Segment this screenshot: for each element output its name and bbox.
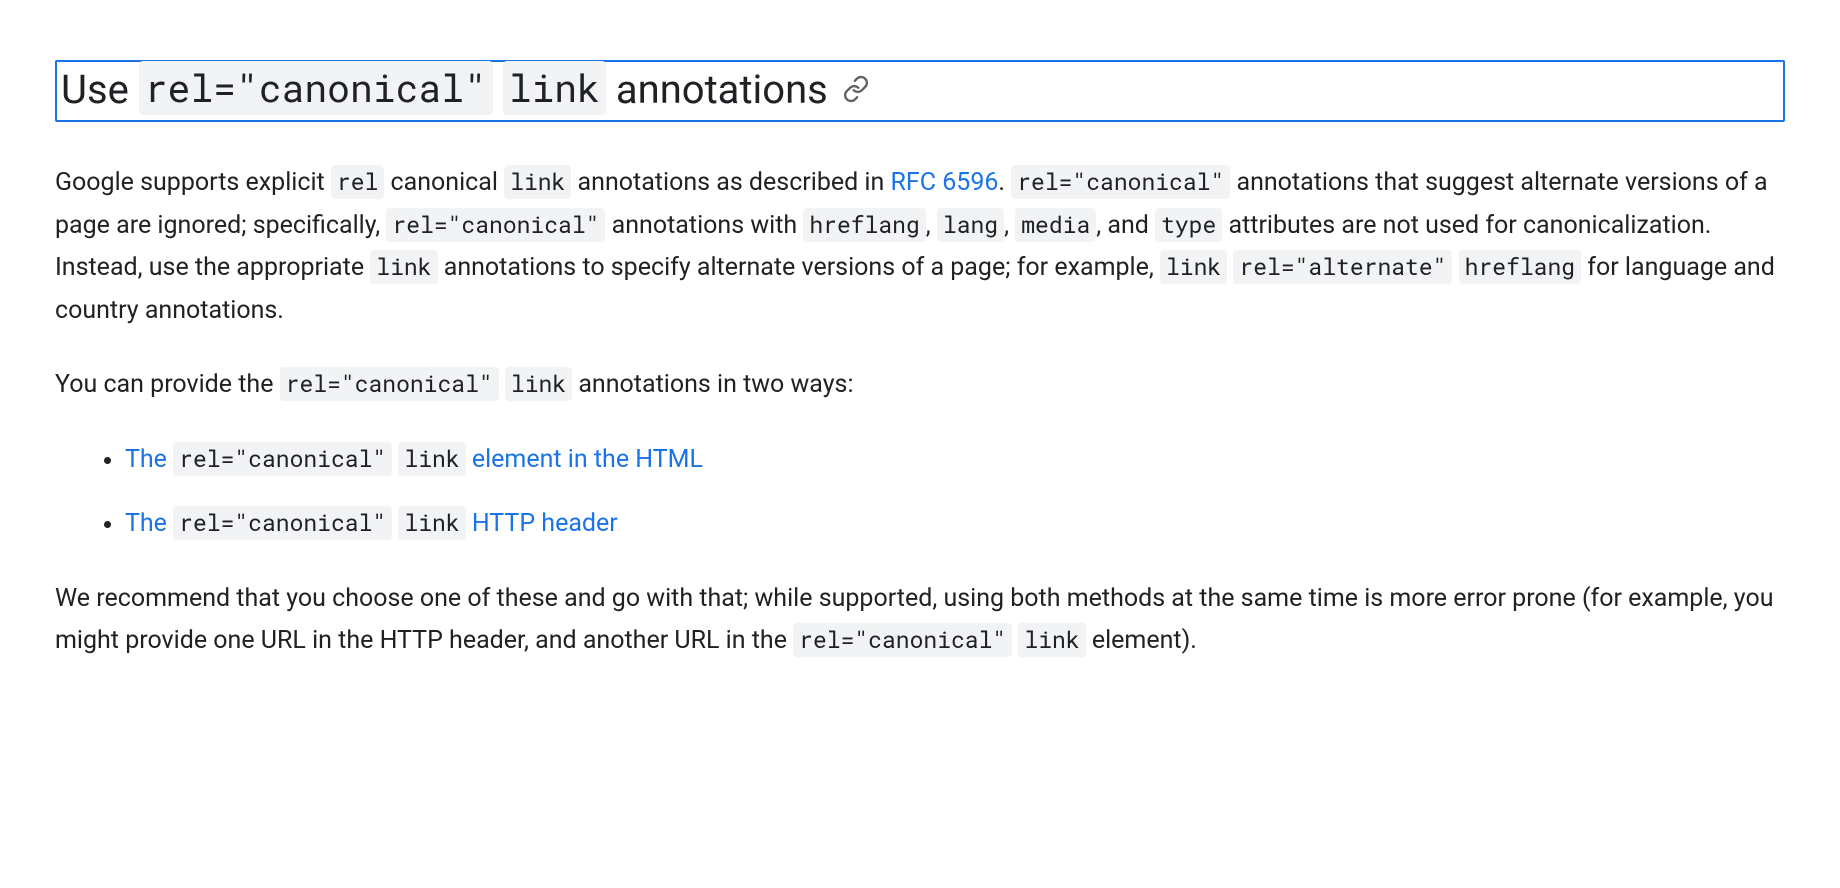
text [1452,253,1458,282]
link-rel-canonical-http-header[interactable]: The rel="canonical" link HTTP header [125,509,618,538]
text: , [1004,211,1015,240]
text: annotations in two ways: [572,370,853,399]
paragraph: We recommend that you choose one of thes… [55,578,1775,663]
heading-text: Use rel="canonical" link annotations [61,64,828,114]
inline-code: link [504,165,571,199]
text: HTTP header [466,509,618,538]
heading-text-part [493,66,503,113]
text: element in the HTML [466,445,703,474]
link-rel-canonical-html[interactable]: The rel="canonical" link element in the … [125,445,703,474]
inline-code: hreflang [1459,250,1581,284]
inline-code: rel="canonical" [139,61,493,115]
inline-code: rel="alternate" [1233,250,1452,284]
text: Google supports explicit [55,168,331,197]
inline-code: rel="canonical" [793,623,1012,657]
text: The [125,509,173,538]
inline-code: link [505,367,572,401]
section-heading: Use rel="canonical" link annotations [55,60,1785,122]
inline-code: type [1155,208,1222,242]
inline-code: rel="canonical" [173,442,392,476]
inline-code: rel [331,165,384,199]
inline-code: link [1160,250,1227,284]
inline-code: hreflang [803,208,925,242]
paragraph: You can provide the rel="canonical" link… [55,364,1775,407]
inline-code: rel="canonical" [280,367,499,401]
options-list: The rel="canonical" link element in the … [55,439,1785,546]
inline-code: media [1015,208,1096,242]
heading-text-part: annotations [606,66,828,113]
inline-code: rel="canonical" [1011,165,1230,199]
inline-code: link [1018,623,1085,657]
text: You can provide the [55,370,280,399]
link-icon[interactable] [842,75,870,103]
page: Use rel="canonical" link annotations Goo… [0,0,1840,888]
link-hreflang[interactable]: hreflang [1459,253,1581,282]
list-item: The rel="canonical" link HTTP header [125,503,1785,546]
inline-code: rel="canonical" [173,506,392,540]
inline-code: link [398,442,465,476]
link-rfc-6596[interactable]: RFC 6596 [891,168,999,197]
list-item: The rel="canonical" link element in the … [125,439,1785,482]
text: , [926,211,937,240]
text: annotations with [605,211,803,240]
text: . [998,168,1011,197]
inline-code: link [370,250,437,284]
inline-code: lang [937,208,1004,242]
inline-code: rel="canonical" [386,208,605,242]
text: annotations as described in [571,168,890,197]
inline-code: link [503,61,606,115]
heading-text-part: Use [61,66,139,113]
content-region: Use rel="canonical" link annotations Goo… [0,60,1840,663]
text: canonical [384,168,504,197]
inline-code: link [398,506,465,540]
paragraph: Google supports explicit rel canonical l… [55,162,1775,332]
text: , and [1096,211,1155,240]
text [499,370,505,399]
text: The [125,445,173,474]
text: element). [1086,626,1197,655]
text: annotations to specify alternate version… [438,253,1160,282]
